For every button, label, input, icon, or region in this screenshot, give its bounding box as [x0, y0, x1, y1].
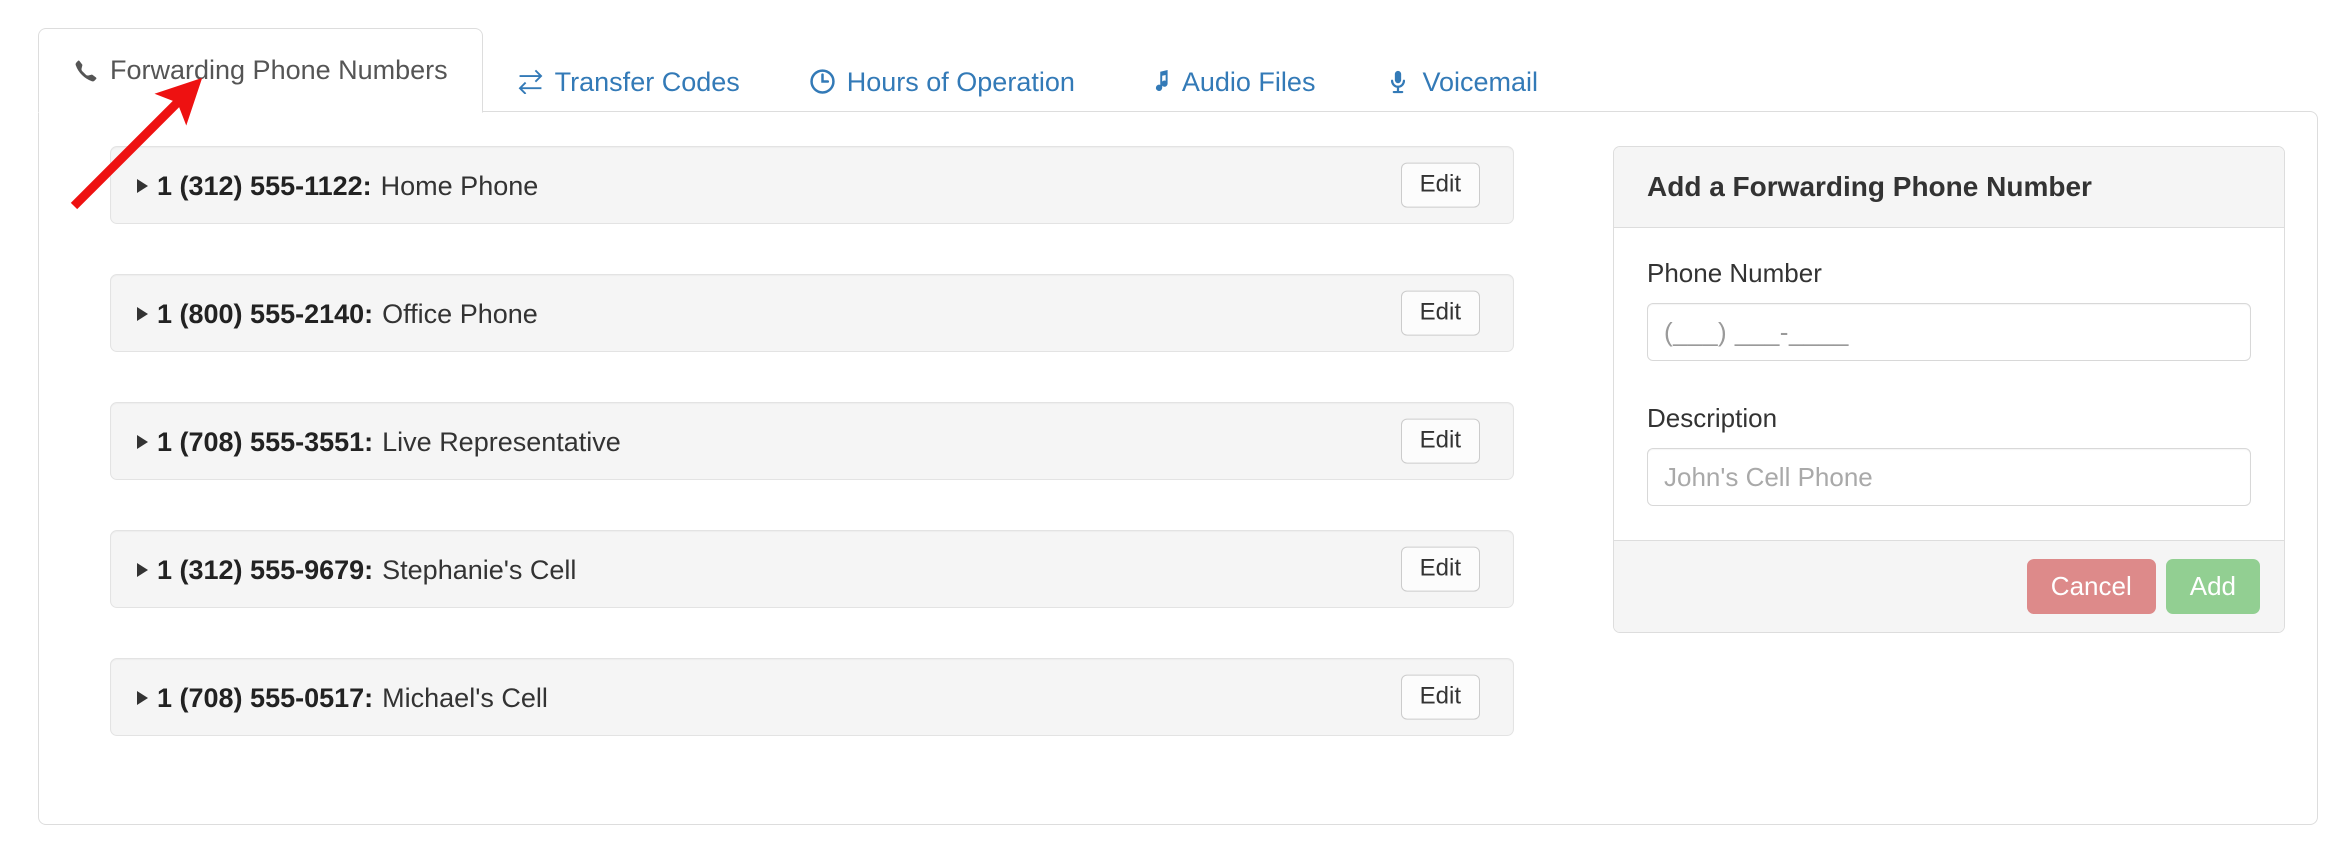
phone-number: 1 (708) 555-3551:	[157, 426, 374, 457]
phone-description: Office Phone	[382, 298, 538, 329]
phone-number: 1 (312) 555-1122:	[157, 170, 372, 201]
tab-label: Hours of Operation	[846, 66, 1075, 97]
phone-description: Home Phone	[380, 170, 539, 201]
tab-voicemail[interactable]: Voicemail	[1350, 50, 1573, 112]
table-row[interactable]: 1 (708) 555-0517: Michael's Cell Edit	[110, 658, 1514, 736]
microphone-icon	[1385, 69, 1411, 95]
row-label: 1 (708) 555-3551: Live Representative	[137, 403, 621, 481]
expand-caret-icon[interactable]	[137, 307, 148, 321]
clock-icon	[810, 69, 836, 95]
tab-label: Voicemail	[1422, 66, 1539, 97]
tab-audio-files[interactable]: Audio Files	[1110, 50, 1351, 112]
tab-label: Audio Files	[1181, 66, 1316, 97]
phone-number: 1 (800) 555-2140:	[157, 298, 374, 329]
description-label: Description	[1647, 403, 1778, 433]
music-note-icon	[1145, 69, 1171, 95]
edit-button[interactable]: Edit	[1400, 290, 1480, 336]
table-row[interactable]: 1 (312) 555-9679: Stephanie's Cell Edit	[110, 530, 1514, 608]
phone-number: 1 (708) 555-0517:	[157, 682, 374, 713]
add-forwarding-number-card: Add a Forwarding Phone Number Phone Numb…	[1613, 146, 2285, 634]
phone-number: 1 (312) 555-9679:	[157, 554, 374, 585]
table-row[interactable]: 1 (800) 555-2140: Office Phone Edit	[110, 274, 1514, 352]
edit-button[interactable]: Edit	[1400, 674, 1480, 720]
row-label: 1 (708) 555-0517: Michael's Cell	[137, 659, 548, 737]
tab-transfer-codes[interactable]: Transfer Codes	[483, 50, 775, 112]
tab-bar: Forwarding Phone Numbers Transfer Codes …	[38, 27, 2318, 113]
tab-content-panel: 1 (312) 555-1122: Home Phone Edit 1 (800…	[38, 111, 2318, 825]
row-label: 1 (800) 555-2140: Office Phone	[137, 275, 538, 353]
card-body: Phone Number Description	[1614, 228, 2284, 540]
row-label: 1 (312) 555-9679: Stephanie's Cell	[137, 531, 576, 609]
phone-description: Stephanie's Cell	[382, 554, 577, 585]
expand-caret-icon[interactable]	[137, 563, 148, 577]
phone-icon	[73, 58, 99, 84]
cancel-button[interactable]: Cancel	[2026, 559, 2156, 615]
phone-description: Live Representative	[382, 426, 621, 457]
tab-label: Transfer Codes	[554, 66, 740, 97]
tab-hours-of-operation[interactable]: Hours of Operation	[775, 50, 1110, 112]
phone-number-label: Phone Number	[1647, 258, 1822, 288]
expand-caret-icon[interactable]	[137, 435, 148, 449]
expand-caret-icon[interactable]	[137, 179, 148, 193]
description-input[interactable]	[1647, 448, 2251, 506]
card-footer: Cancel Add	[1614, 540, 2284, 633]
card-title: Add a Forwarding Phone Number	[1614, 147, 2284, 228]
tab-label: Forwarding Phone Numbers	[110, 55, 448, 85]
phone-number-input[interactable]	[1647, 303, 2251, 361]
edit-button[interactable]: Edit	[1400, 418, 1480, 464]
phone-description: Michael's Cell	[382, 682, 548, 713]
add-button[interactable]: Add	[2165, 559, 2260, 615]
transfer-arrows-icon	[518, 69, 544, 95]
table-row[interactable]: 1 (312) 555-1122: Home Phone Edit	[110, 146, 1514, 224]
expand-caret-icon[interactable]	[137, 691, 148, 705]
edit-button[interactable]: Edit	[1400, 162, 1480, 208]
tab-forwarding-phone-numbers[interactable]: Forwarding Phone Numbers	[38, 28, 483, 113]
forwarding-numbers-list: 1 (312) 555-1122: Home Phone Edit 1 (800…	[110, 146, 1514, 736]
row-label: 1 (312) 555-1122: Home Phone	[137, 147, 538, 225]
table-row[interactable]: 1 (708) 555-3551: Live Representative Ed…	[110, 402, 1514, 480]
edit-button[interactable]: Edit	[1400, 546, 1480, 592]
